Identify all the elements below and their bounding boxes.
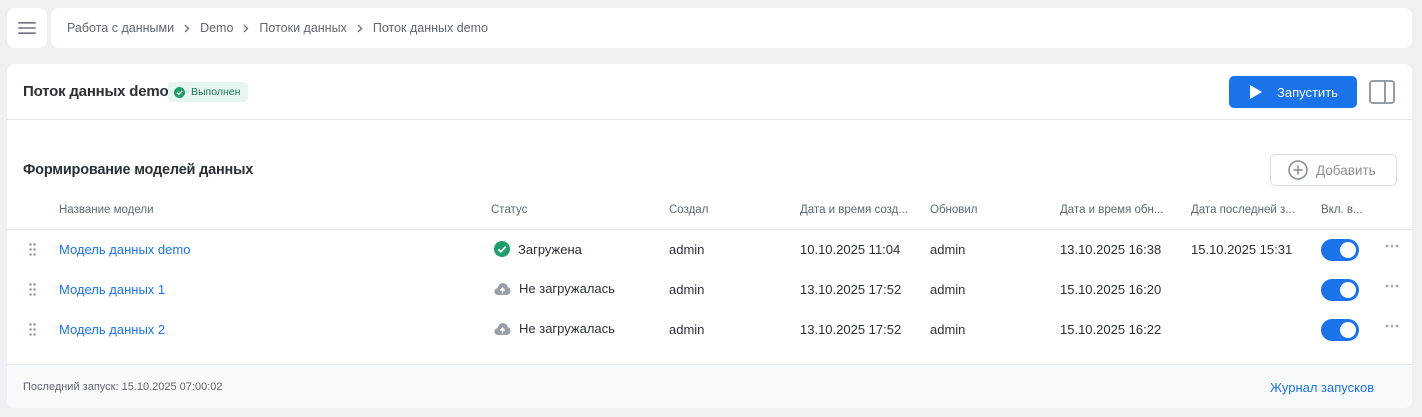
run-button[interactable]: Запустить [1229,76,1357,108]
add-model-button[interactable]: Добавить [1270,154,1397,186]
updated-by: admin [930,282,966,297]
status-badge: Выполнен [168,82,249,102]
enabled-toggle[interactable] [1321,319,1359,341]
hamburger-icon [18,22,36,34]
updated-at: 13.10.2025 16:38 [1060,242,1162,257]
created-by: admin [669,322,705,337]
model-status: Не загружалась [494,281,615,296]
more-horizontal-icon[interactable] [1385,324,1399,328]
data-flow-card: Поток данных demo Выполнен Запустить Фор… [7,64,1412,408]
check-circle-icon [494,241,510,257]
plus-circle-icon [1288,160,1308,180]
chevron-right-icon [357,24,363,33]
column-header-last-load[interactable]: Дата последней з... [1191,204,1313,216]
model-name-link[interactable]: Модель данных 2 [59,322,165,337]
run-button-label: Запустить [1277,84,1338,100]
card-header: Поток данных demo Выполнен Запустить [7,64,1412,120]
card-footer: Последний запуск: 15.10.2025 07:00:02 Жу… [7,364,1412,408]
model-status-label: Не загружалась [519,281,615,296]
column-header-created-by[interactable]: Создал [669,204,769,216]
created-by: admin [669,282,705,297]
created-by: admin [669,242,705,257]
enabled-toggle[interactable] [1321,279,1359,301]
last-load-at: 15.10.2025 15:31 [1191,242,1293,257]
side-panel-toggle-icon[interactable] [1369,79,1395,105]
drag-handle-icon[interactable] [29,323,36,336]
cloud-upload-icon [494,322,511,335]
updated-at: 15.10.2025 16:22 [1060,322,1162,337]
column-header-updated-by[interactable]: Обновил [930,204,1030,216]
breadcrumb-item-data-flows[interactable]: Потоки данных [259,21,346,35]
created-at: 13.10.2025 17:52 [800,322,902,337]
more-horizontal-icon[interactable] [1385,284,1399,288]
chevron-right-icon [184,24,190,33]
page-title: Поток данных demo [23,83,169,100]
play-icon [1250,85,1262,99]
enabled-toggle[interactable] [1321,239,1359,261]
more-horizontal-icon[interactable] [1385,244,1399,248]
status-badge-label: Выполнен [191,86,241,98]
chevron-right-icon [243,24,249,33]
breadcrumb: Работа с данными Demo Потоки данных Пото… [51,8,1412,48]
breadcrumb-item-demo[interactable]: Demo [200,21,233,35]
check-circle-icon [174,86,185,98]
updated-at: 15.10.2025 16:20 [1060,282,1162,297]
model-status: Не загружалась [494,321,615,336]
section-title: Формирование моделей данных [23,162,254,178]
updated-by: admin [930,322,966,337]
breadcrumb-item-current: Поток данных demo [372,21,488,35]
model-status-label: Не загружалась [519,321,615,336]
add-model-button-label: Добавить [1316,162,1376,178]
column-header-enabled[interactable]: Вкл. в... [1321,204,1371,216]
drag-handle-icon[interactable] [29,243,36,256]
model-status-label: Загружена [518,241,582,257]
column-header-updated-at[interactable]: Дата и время обн... [1060,204,1180,216]
column-header-model-name[interactable]: Название модели [59,204,259,216]
model-name-link[interactable]: Модель данных 1 [59,282,165,297]
updated-by: admin [930,242,966,257]
column-header-created-at[interactable]: Дата и время созд... [800,204,920,216]
breadcrumb-item-data-work[interactable]: Работа с данными [67,21,174,35]
column-header-status[interactable]: Статус [491,204,611,216]
menu-button[interactable] [7,8,47,48]
created-at: 13.10.2025 17:52 [800,282,902,297]
model-name-link[interactable]: Модель данных demo [59,242,190,257]
table-row: Модель данных 1 Не загружалась admin 13.… [7,270,1412,310]
created-at: 10.10.2025 11:04 [800,242,901,257]
table-row: Модель данных demo Загружена admin 10.10… [7,230,1412,270]
drag-handle-icon[interactable] [29,283,36,296]
model-status: Загружена [494,241,582,257]
table-row: Модель данных 2 Не загружалась admin 13.… [7,310,1412,350]
run-journal-link[interactable]: Журнал запусков [1270,380,1374,395]
cloud-upload-icon [494,282,511,295]
last-run-text: Последний запуск: 15.10.2025 07:00:02 [23,381,223,393]
